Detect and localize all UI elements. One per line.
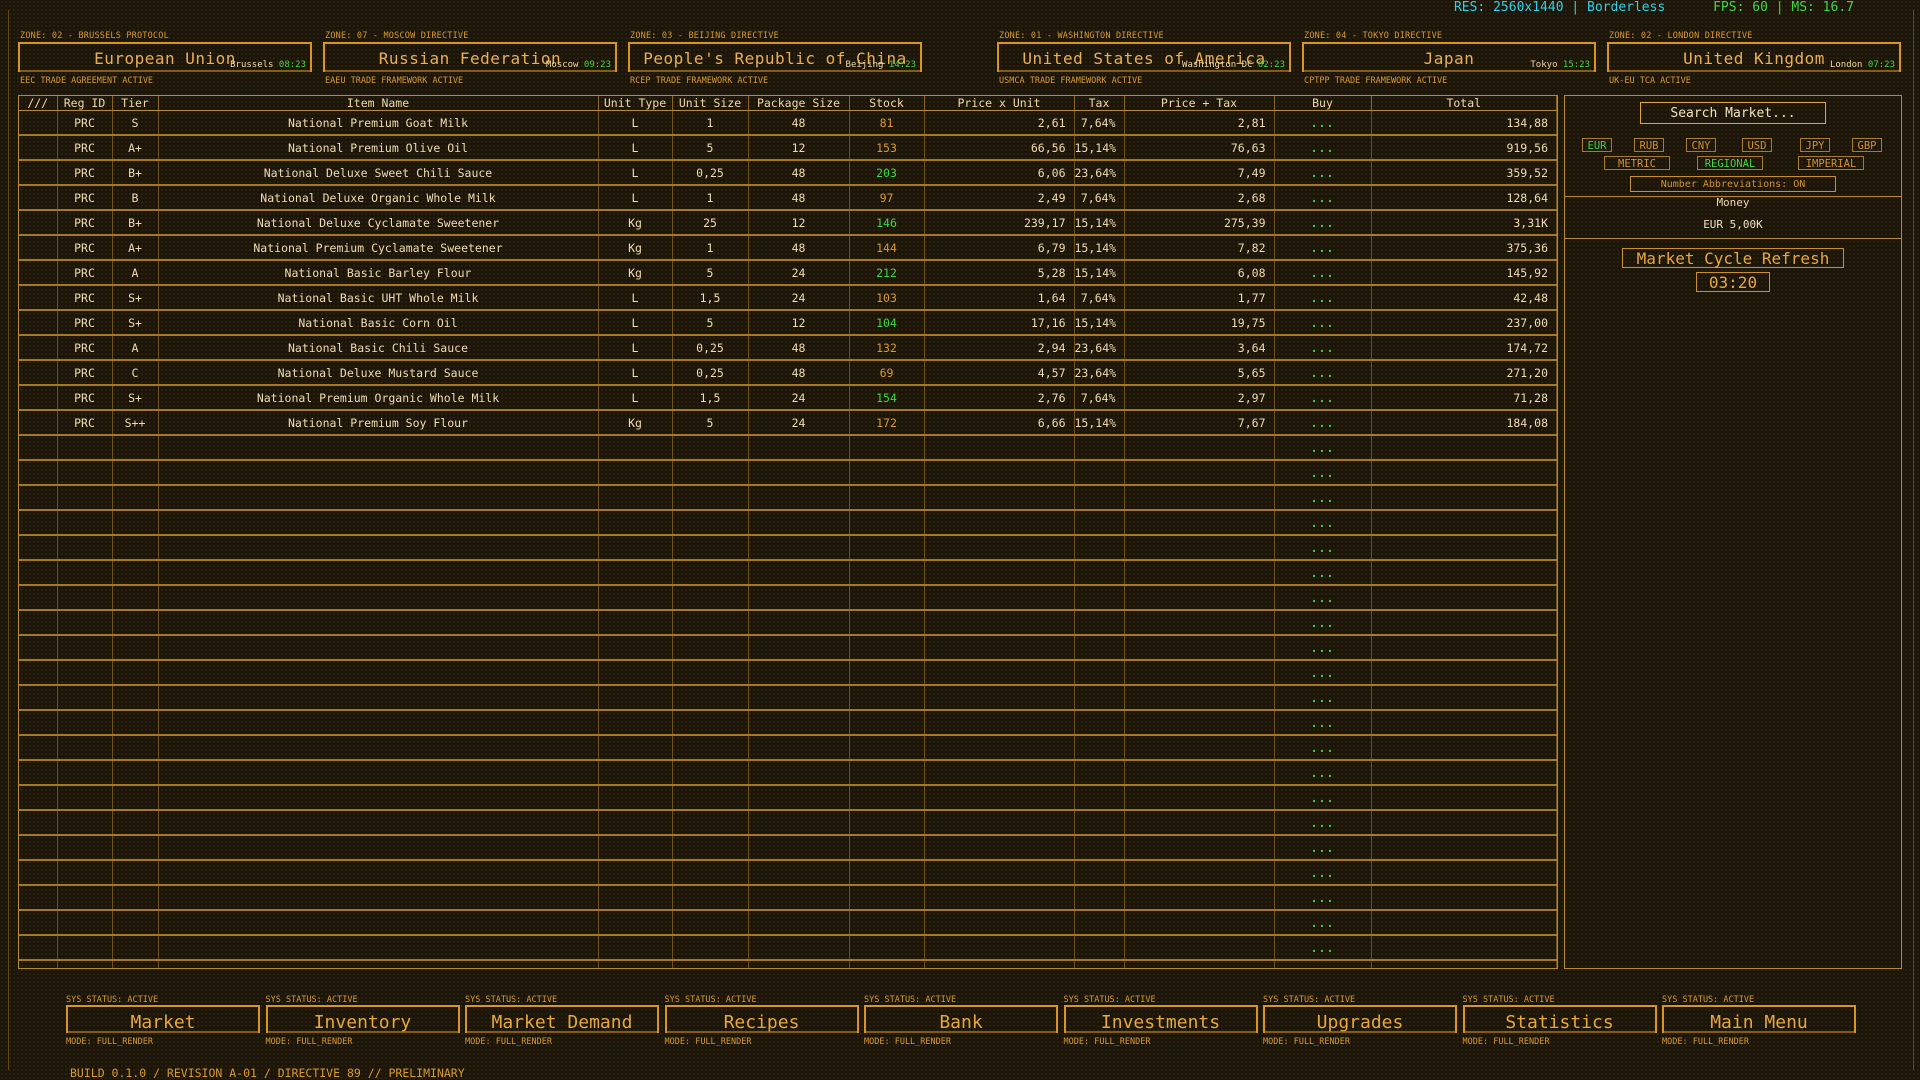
screen-frame bbox=[8, 10, 1914, 1070]
build-info: BUILD 0.1.0 / REVISION A-01 / DIRECTIVE … bbox=[70, 1066, 465, 1080]
